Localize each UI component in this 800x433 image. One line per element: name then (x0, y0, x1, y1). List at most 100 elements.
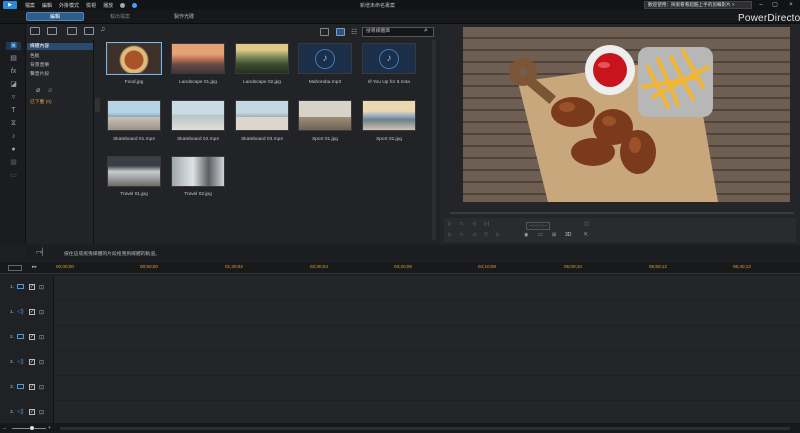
timecode-field[interactable]: --;--;--;-- (526, 222, 550, 230)
close-icon[interactable]: × (786, 1, 796, 9)
timeline-ruler[interactable]: ▸▸ 00;00;00 00;50;00 01;40;02 02;30;04 0… (0, 262, 800, 274)
media-thumbnail-food[interactable] (106, 42, 162, 75)
media-thumbnail-sport-01[interactable] (298, 100, 352, 131)
menu-plugins[interactable]: 外掛模式 (59, 2, 79, 9)
play-icon[interactable]: ▷ (448, 221, 452, 227)
collapse-tree-handle[interactable] (95, 98, 100, 112)
volume-icon[interactable]: ◉ (524, 232, 528, 238)
filter-image-icon[interactable] (84, 27, 94, 35)
lock-icon[interactable]: ⊡ (39, 384, 44, 391)
track-enable-checkbox[interactable]: ✓ (29, 334, 35, 340)
track-lane[interactable] (54, 276, 800, 300)
undock-icon[interactable]: ⇱ (584, 232, 588, 238)
timeline-view-icon[interactable] (8, 265, 22, 271)
pip-room-icon[interactable]: ◪ (9, 81, 18, 89)
tree-item-downloads[interactable]: 已下載 (0) (30, 98, 52, 105)
minimize-icon[interactable]: – (756, 1, 766, 9)
menu-file[interactable]: 檔案 (25, 2, 35, 9)
plugins-icon[interactable] (47, 27, 57, 35)
fullscreen-small-icon[interactable]: ⊞ (552, 232, 556, 238)
lock-icon[interactable]: ⊡ (39, 409, 44, 416)
zoom-out-icon[interactable]: – (3, 426, 6, 432)
menu-edit[interactable]: 編輯 (42, 2, 52, 9)
track-enable-checkbox[interactable]: ✓ (29, 284, 35, 290)
tree-item-media[interactable]: 媒體內容 (27, 43, 93, 50)
filter-audio-icon[interactable]: ♫ (100, 26, 105, 33)
filter-video-icon[interactable] (67, 27, 77, 35)
media-thumbnail-mahoroba[interactable]: ♪ (298, 43, 352, 74)
playback-icon[interactable]: ▷ (448, 232, 452, 238)
track-lane[interactable] (54, 326, 800, 350)
track-enable-checkbox[interactable]: ✓ (29, 359, 35, 365)
track-enable-checkbox[interactable]: ✓ (29, 384, 35, 390)
track-lane[interactable] (54, 351, 800, 375)
subtitle-toggle-icon[interactable]: ▭ (538, 232, 543, 238)
zoom-slider[interactable] (12, 428, 46, 429)
snapshot-icon[interactable]: ◫ (584, 221, 589, 227)
media-thumbnail-skateboard-03[interactable] (235, 100, 289, 131)
list-view-icon[interactable] (320, 28, 329, 36)
zoom-slider-thumb[interactable] (30, 426, 34, 430)
transition-room-icon[interactable]: ⧖ (9, 120, 18, 128)
settings-icon[interactable] (120, 2, 126, 8)
timeline-hscroll[interactable] (60, 427, 790, 430)
media-thumbnail-landscape-02[interactable] (235, 43, 289, 74)
tab-output[interactable]: 輸出檔案 (110, 13, 130, 20)
search-icon[interactable]: ⌕ (424, 27, 428, 35)
grid-view-icon[interactable] (336, 28, 345, 36)
media-thumbnail-landscape-01[interactable] (171, 43, 225, 74)
fit-timeline-icon[interactable]: ▸▸ (32, 264, 37, 270)
tab-disc[interactable]: 製作光碟 (174, 13, 194, 20)
media-thumbnail-sport-02[interactable] (362, 100, 416, 131)
media-thumbnail-travel-02[interactable] (171, 156, 225, 187)
notification-banner[interactable]: 歡迎使用：探索看看超酷上手的剪輯影片 × (644, 1, 752, 9)
track-enable-checkbox[interactable]: ✓ (29, 409, 35, 415)
media-thumbnail-skateboard-01[interactable] (107, 100, 161, 131)
menu-playback[interactable]: 播放 (103, 2, 113, 9)
effects-room-icon[interactable]: fx (9, 68, 18, 76)
template-room-icon[interactable]: ▤ (9, 55, 18, 63)
tree-item-bgm[interactable]: 背景音樂 (30, 61, 49, 68)
lock-icon[interactable]: ⊡ (39, 309, 44, 316)
3d-mode-button[interactable]: 3D (565, 232, 571, 238)
subtitle-room-icon[interactable]: ▭ (9, 172, 18, 180)
media-thumbnail-skateboard-02[interactable] (171, 100, 225, 131)
track-enable-checkbox[interactable]: ✓ (29, 309, 35, 315)
track-lane[interactable] (54, 301, 800, 325)
media-thumbnail-up-for-it[interactable]: ♪ (362, 43, 416, 74)
stop-icon[interactable]: □ (460, 221, 463, 227)
media-thumbnail-travel-01[interactable] (107, 156, 161, 187)
mark-in-icon[interactable]: ◁ (472, 232, 476, 238)
prev-frame-icon[interactable]: ◁ (472, 221, 476, 227)
preview-seekbar[interactable] (450, 212, 794, 214)
library-scrollbar[interactable] (432, 40, 436, 240)
chapter-room-icon[interactable]: ▦ (9, 159, 18, 167)
voiceover-room-icon[interactable]: ● (9, 146, 18, 154)
import-media-icon[interactable] (30, 27, 40, 35)
tab-edit[interactable]: 編輯 (26, 12, 84, 21)
trim-tools-icon[interactable]: ⌐╡ (36, 249, 45, 256)
zoom-in-icon[interactable]: + (48, 425, 51, 431)
tag-edit-icon[interactable]: ⌀ (48, 86, 52, 94)
track-lane[interactable] (54, 401, 800, 423)
menu-view[interactable]: 檢視 (86, 2, 96, 9)
app-logo-icon[interactable]: ▶ (3, 1, 17, 9)
media-room-icon[interactable]: ▣ (6, 42, 21, 50)
loop-icon[interactable]: ▷ (496, 232, 500, 238)
mark-out-icon[interactable]: ▽ (484, 232, 488, 238)
title-room-icon[interactable]: T (9, 107, 18, 115)
help-icon[interactable] (132, 2, 138, 8)
tree-item-color-boards[interactable]: 色板 (30, 52, 40, 59)
audio-mixing-room-icon[interactable]: ♪ (9, 133, 18, 141)
lock-icon[interactable]: ⊡ (39, 334, 44, 341)
next-frame-icon[interactable]: ▷| (484, 221, 489, 227)
lock-icon[interactable]: ⊡ (39, 359, 44, 366)
sort-icon[interactable]: ☷ (351, 28, 357, 36)
tag-icon[interactable]: ⌀ (36, 86, 40, 94)
track-lane[interactable] (54, 376, 800, 400)
pause-icon[interactable]: □ (460, 232, 463, 238)
tree-item-sound-clips[interactable]: 聲音片段 (30, 70, 49, 77)
lock-icon[interactable]: ⊡ (39, 284, 44, 291)
particle-room-icon[interactable]: ▿ (9, 94, 18, 102)
maximize-icon[interactable]: ▢ (770, 1, 780, 9)
